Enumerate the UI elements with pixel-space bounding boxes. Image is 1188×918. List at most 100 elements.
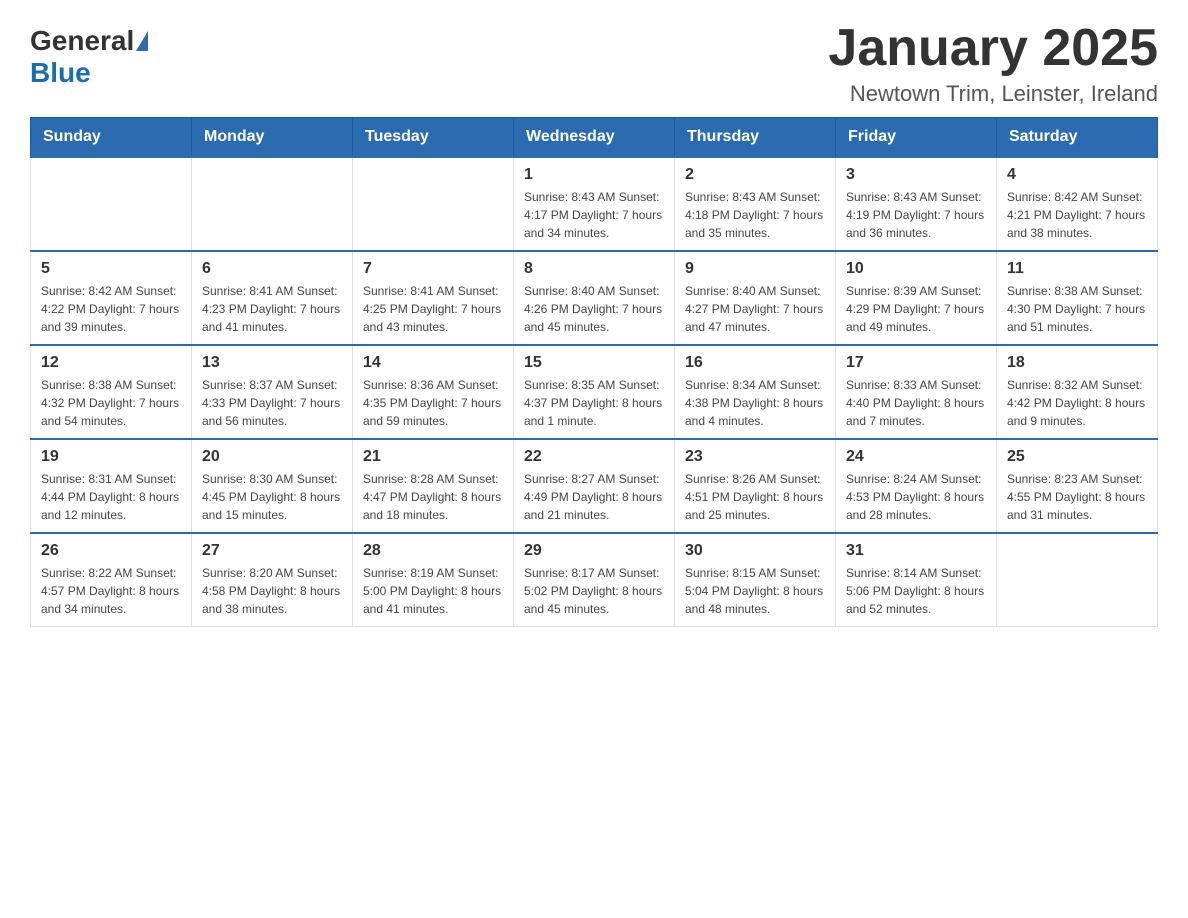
day-number: 1 [524, 166, 664, 184]
day-number: 25 [1007, 448, 1147, 466]
calendar-cell: 16Sunrise: 8:34 AM Sunset: 4:38 PM Dayli… [675, 345, 836, 439]
logo-blue-text: Blue [30, 57, 91, 89]
calendar-cell: 24Sunrise: 8:24 AM Sunset: 4:53 PM Dayli… [836, 439, 997, 533]
calendar-cell: 12 Sunrise: 8:38 AM Sunset: 4:32 PM Dayli… [31, 345, 192, 439]
calendar-cell: 23Sunrise: 8:26 AM Sunset: 4:51 PM Dayli… [675, 439, 836, 533]
day-info: Sunrise: 8:43 AM Sunset: 4:17 PM Dayligh… [524, 188, 664, 242]
calendar-cell: 18 Sunrise: 8:32 AM Sunset: 4:42 PM Dayli… [997, 345, 1158, 439]
day-info: Sunrise: 8:43 AM Sunset: 4:19 PM Dayligh… [846, 188, 986, 242]
calendar-cell: 10 Sunrise: 8:39 AM Sunset: 4:29 PM Dayli… [836, 251, 997, 345]
calendar-cell: 29Sunrise: 8:17 AM Sunset: 5:02 PM Dayli… [514, 533, 675, 627]
calendar-cell: 2 Sunrise: 8:43 AM Sunset: 4:18 PM Daylig… [675, 157, 836, 251]
day-info: Sunrise: 8:40 AM Sunset: 4:26 PM Dayligh… [524, 282, 664, 336]
day-number: 12 [41, 354, 181, 372]
day-info: Sunrise: 8:31 AM Sunset: 4:44 PM Dayligh… [41, 470, 181, 524]
header-monday: Monday [192, 118, 353, 158]
day-info: Sunrise: 8:28 AM Sunset: 4:47 PM Dayligh… [363, 470, 503, 524]
calendar-cell: 5 Sunrise: 8:42 AM Sunset: 4:22 PM Daylig… [31, 251, 192, 345]
day-number: 21 [363, 448, 503, 466]
day-number: 20 [202, 448, 342, 466]
day-number: 9 [685, 260, 825, 278]
calendar-cell [353, 157, 514, 251]
day-number: 29 [524, 542, 664, 560]
day-info: Sunrise: 8:40 AM Sunset: 4:27 PM Dayligh… [685, 282, 825, 336]
calendar-cell: 17 Sunrise: 8:33 AM Sunset: 4:40 PM Dayli… [836, 345, 997, 439]
day-info: Sunrise: 8:39 AM Sunset: 4:29 PM Dayligh… [846, 282, 986, 336]
calendar-body: 1 Sunrise: 8:43 AM Sunset: 4:17 PM Daylig… [31, 157, 1158, 627]
calendar-cell: 8 Sunrise: 8:40 AM Sunset: 4:26 PM Daylig… [514, 251, 675, 345]
calendar-cell: 30 Sunrise: 8:15 AM Sunset: 5:04 PM Dayli… [675, 533, 836, 627]
header-sunday: Sunday [31, 118, 192, 158]
calendar-cell: 13 Sunrise: 8:37 AM Sunset: 4:33 PM Dayli… [192, 345, 353, 439]
calendar-cell [192, 157, 353, 251]
calendar-cell: 11 Sunrise: 8:38 AM Sunset: 4:30 PM Dayli… [997, 251, 1158, 345]
day-number: 13 [202, 354, 342, 372]
calendar-cell: 26 Sunrise: 8:22 AM Sunset: 4:57 PM Dayli… [31, 533, 192, 627]
day-info: Sunrise: 8:43 AM Sunset: 4:18 PM Dayligh… [685, 188, 825, 242]
day-number: 8 [524, 260, 664, 278]
week-row-1: 1 Sunrise: 8:43 AM Sunset: 4:17 PM Daylig… [31, 157, 1158, 251]
calendar-cell: 22Sunrise: 8:27 AM Sunset: 4:49 PM Dayli… [514, 439, 675, 533]
day-info: Sunrise: 8:35 AM Sunset: 4:37 PM Dayligh… [524, 376, 664, 430]
title-section: January 2025 Newtown Trim, Leinster, Ire… [828, 20, 1158, 107]
calendar-cell: 27Sunrise: 8:20 AM Sunset: 4:58 PM Dayli… [192, 533, 353, 627]
calendar-cell: 19 Sunrise: 8:31 AM Sunset: 4:44 PM Dayli… [31, 439, 192, 533]
calendar-cell: 31 Sunrise: 8:14 AM Sunset: 5:06 PM Dayli… [836, 533, 997, 627]
day-info: Sunrise: 8:37 AM Sunset: 4:33 PM Dayligh… [202, 376, 342, 430]
day-info: Sunrise: 8:33 AM Sunset: 4:40 PM Dayligh… [846, 376, 986, 430]
day-info: Sunrise: 8:34 AM Sunset: 4:38 PM Dayligh… [685, 376, 825, 430]
day-number: 6 [202, 260, 342, 278]
day-info: Sunrise: 8:42 AM Sunset: 4:22 PM Dayligh… [41, 282, 181, 336]
day-info: Sunrise: 8:38 AM Sunset: 4:32 PM Dayligh… [41, 376, 181, 430]
week-row-2: 5 Sunrise: 8:42 AM Sunset: 4:22 PM Daylig… [31, 251, 1158, 345]
day-info: Sunrise: 8:14 AM Sunset: 5:06 PM Dayligh… [846, 564, 986, 618]
header-thursday: Thursday [675, 118, 836, 158]
calendar-cell: 3 Sunrise: 8:43 AM Sunset: 4:19 PM Daylig… [836, 157, 997, 251]
day-info: Sunrise: 8:38 AM Sunset: 4:30 PM Dayligh… [1007, 282, 1147, 336]
logo-triangle-icon [136, 31, 148, 51]
day-number: 17 [846, 354, 986, 372]
calendar-cell: 4 Sunrise: 8:42 AM Sunset: 4:21 PM Daylig… [997, 157, 1158, 251]
logo-general-text: General [30, 25, 134, 57]
day-number: 11 [1007, 260, 1147, 278]
day-number: 3 [846, 166, 986, 184]
calendar-header: SundayMondayTuesdayWednesdayThursdayFrid… [31, 118, 1158, 158]
day-number: 30 [685, 542, 825, 560]
week-row-5: 26 Sunrise: 8:22 AM Sunset: 4:57 PM Dayli… [31, 533, 1158, 627]
day-info: Sunrise: 8:15 AM Sunset: 5:04 PM Dayligh… [685, 564, 825, 618]
day-number: 27 [202, 542, 342, 560]
day-number: 4 [1007, 166, 1147, 184]
calendar-table: SundayMondayTuesdayWednesdayThursdayFrid… [30, 117, 1158, 627]
header-wednesday: Wednesday [514, 118, 675, 158]
week-row-4: 19 Sunrise: 8:31 AM Sunset: 4:44 PM Dayli… [31, 439, 1158, 533]
day-info: Sunrise: 8:30 AM Sunset: 4:45 PM Dayligh… [202, 470, 342, 524]
day-number: 2 [685, 166, 825, 184]
day-number: 23 [685, 448, 825, 466]
calendar-cell: 28Sunrise: 8:19 AM Sunset: 5:00 PM Dayli… [353, 533, 514, 627]
day-info: Sunrise: 8:41 AM Sunset: 4:23 PM Dayligh… [202, 282, 342, 336]
day-info: Sunrise: 8:27 AM Sunset: 4:49 PM Dayligh… [524, 470, 664, 524]
calendar-cell: 7Sunrise: 8:41 AM Sunset: 4:25 PM Daylig… [353, 251, 514, 345]
day-number: 19 [41, 448, 181, 466]
day-number: 18 [1007, 354, 1147, 372]
calendar-title: January 2025 [828, 20, 1158, 77]
calendar-cell: 20 Sunrise: 8:30 AM Sunset: 4:45 PM Dayli… [192, 439, 353, 533]
header-tuesday: Tuesday [353, 118, 514, 158]
day-info: Sunrise: 8:23 AM Sunset: 4:55 PM Dayligh… [1007, 470, 1147, 524]
day-info: Sunrise: 8:22 AM Sunset: 4:57 PM Dayligh… [41, 564, 181, 618]
day-number: 5 [41, 260, 181, 278]
day-number: 26 [41, 542, 181, 560]
calendar-cell [997, 533, 1158, 627]
page-header: General Blue January 2025 Newtown Trim, … [30, 20, 1158, 107]
calendar-cell: 6 Sunrise: 8:41 AM Sunset: 4:23 PM Daylig… [192, 251, 353, 345]
day-info: Sunrise: 8:41 AM Sunset: 4:25 PM Dayligh… [363, 282, 503, 336]
day-info: Sunrise: 8:32 AM Sunset: 4:42 PM Dayligh… [1007, 376, 1147, 430]
day-number: 31 [846, 542, 986, 560]
header-friday: Friday [836, 118, 997, 158]
day-info: Sunrise: 8:42 AM Sunset: 4:21 PM Dayligh… [1007, 188, 1147, 242]
days-of-week-row: SundayMondayTuesdayWednesdayThursdayFrid… [31, 118, 1158, 158]
week-row-3: 12 Sunrise: 8:38 AM Sunset: 4:32 PM Dayli… [31, 345, 1158, 439]
calendar-cell: 15Sunrise: 8:35 AM Sunset: 4:37 PM Dayli… [514, 345, 675, 439]
day-number: 10 [846, 260, 986, 278]
calendar-cell: 9 Sunrise: 8:40 AM Sunset: 4:27 PM Daylig… [675, 251, 836, 345]
